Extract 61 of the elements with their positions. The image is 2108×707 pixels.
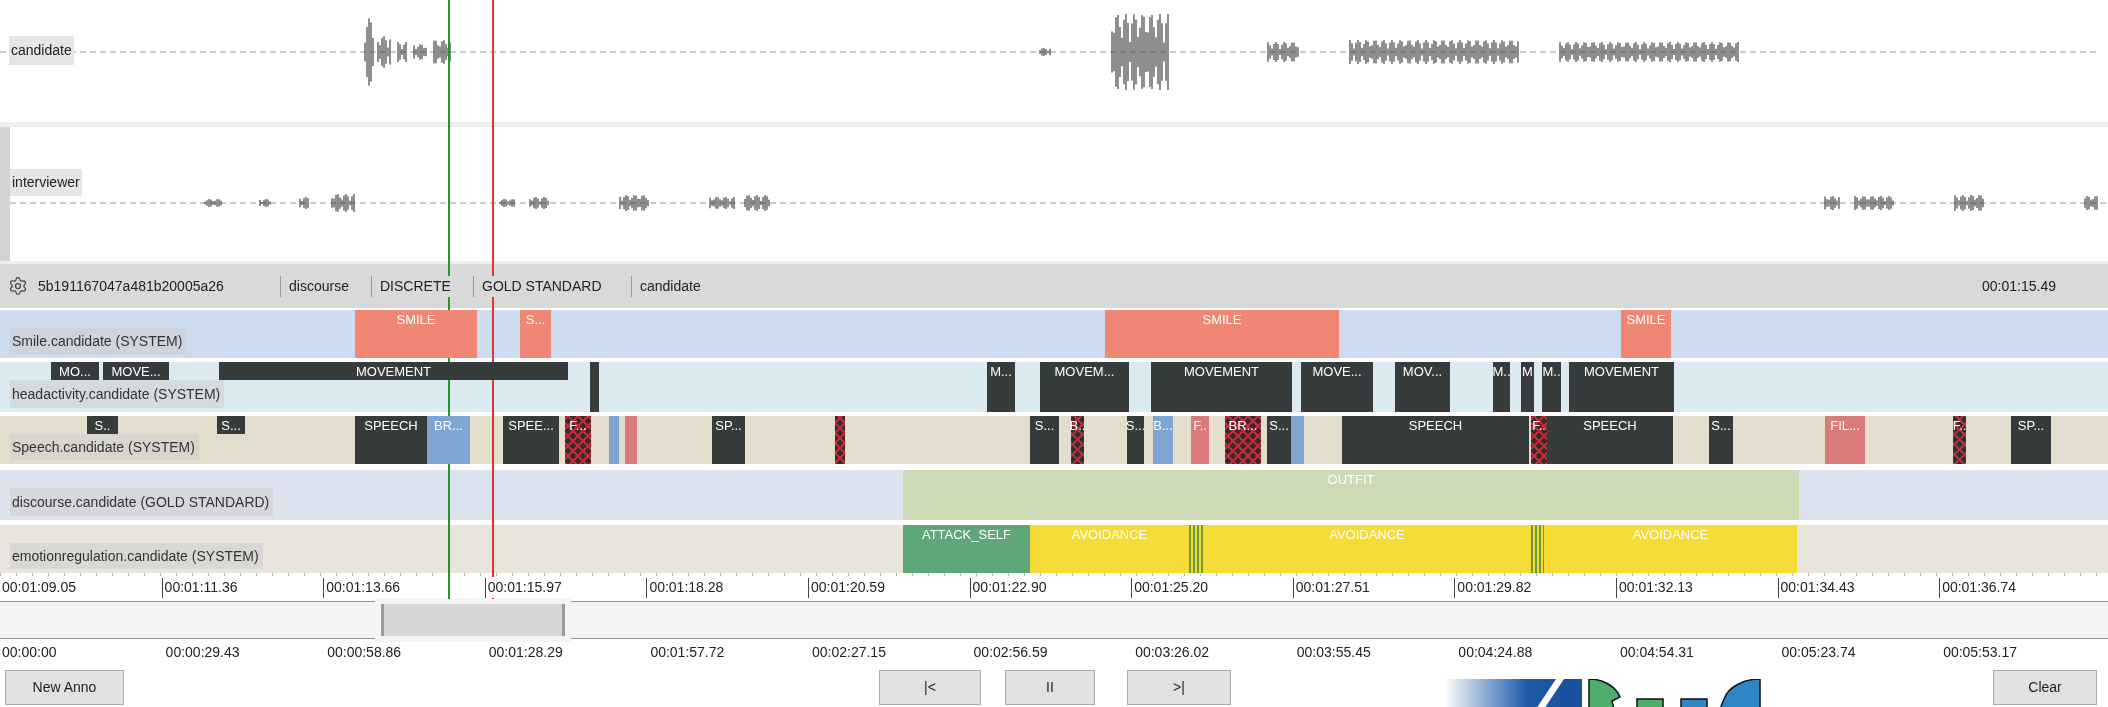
annotation-segment[interactable] [1189,525,1203,573]
track-label: candidate [9,36,74,65]
annotation-segment[interactable]: SPEECH [1342,416,1529,464]
annotation-segment[interactable]: F.. [1953,416,1966,464]
annotation-segment[interactable]: MOVEMENT [1569,362,1674,412]
time-label: 00:00:29.43 [165,644,240,660]
annotation-segment[interactable] [1531,525,1544,573]
annotation-segment[interactable]: B.. [1071,416,1084,464]
last-button[interactable]: >| [1127,670,1231,705]
new-annotation-button[interactable]: New Anno [5,670,124,705]
annotation-segment[interactable]: SPEECH [355,416,427,464]
time-label: 00:01:28.29 [488,644,563,660]
annotation-segment[interactable]: S.. [87,416,118,434]
annotation-segment[interactable]: MOVE... [103,362,169,380]
pause-button[interactable]: II [1005,670,1095,705]
tier-label: Speech.candidate (SYSTEM) [10,434,199,460]
time-label: 00:00:58.86 [327,644,402,660]
tier-info: GOLD STANDARD [482,275,602,297]
clear-button[interactable]: Clear [1993,670,2097,705]
annotation-segment[interactable]: S... [217,416,245,434]
playback-cursor[interactable] [448,0,450,599]
annotation-segment[interactable]: MO... [51,362,99,380]
time-label: 00:01:57.72 [650,644,725,660]
annotation-segment[interactable]: MOV... [1395,362,1450,412]
annotation-segment[interactable]: SP... [712,416,745,464]
time-label: 00:02:27.15 [811,644,886,660]
annotation-segment[interactable]: SPEECH [1547,416,1673,464]
tier-info: DISCRETE [380,275,451,297]
time-label: 00:01:15.97 [487,577,562,598]
time-label: 00:04:54.31 [1619,644,1694,660]
settings-icon[interactable] [8,276,28,296]
time-label: 00:02:56.59 [973,644,1048,660]
time-label: 00:04:24.88 [1458,644,1533,660]
tier-label: emotionregulation.candidate (SYSTEM) [10,543,263,569]
annotation-segment[interactable]: S... [1709,416,1733,464]
annotation-segment[interactable]: M.. [1493,362,1510,412]
annotation-segment[interactable]: S... [1030,416,1059,464]
annotation-segment[interactable]: M.. [1542,362,1561,412]
time-label: 00:05:23.74 [1781,644,1856,660]
time-label: 00:03:55.45 [1296,644,1371,660]
time-label: 00:00:00 [2,644,57,660]
tier-label: discourse.candidate (GOLD STANDARD) [10,488,274,516]
annotation-segment[interactable]: M [1521,362,1534,412]
track-label: interviewer [10,169,82,196]
tier-label: Smile.candidate (SYSTEM) [10,328,187,354]
annotation-segment[interactable]: S... [1267,416,1291,464]
annotation-segment[interactable]: MOVEMENT [219,362,568,380]
first-button[interactable]: |< [879,670,981,705]
annotation-segment[interactable] [835,416,845,464]
tier-label: headactivity.candidate (SYSTEM) [10,380,225,408]
scroll-track[interactable] [0,601,2108,639]
annotation-segment[interactable]: MOVEM... [1040,362,1129,412]
annotation-segment[interactable]: SP... [2011,416,2051,464]
annotation-segment[interactable]: SPEE... [503,416,559,464]
selection-cursor[interactable] [492,0,494,599]
annotation-segment[interactable]: MOVE... [1301,362,1373,412]
annotation-segment[interactable]: MOVEMENT [1151,362,1292,412]
annotation-segment[interactable]: M... [987,362,1015,412]
time-label: 00:05:53.17 [1943,644,2018,660]
current-time: 00:01:15.49 [1982,276,2056,296]
time-label: 00:03:26.02 [1135,644,1210,660]
